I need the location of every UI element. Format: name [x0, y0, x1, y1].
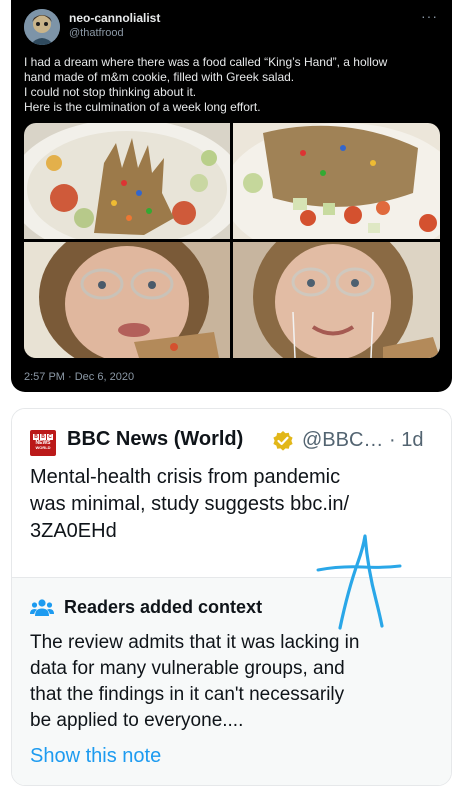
quoted-tweet-card[interactable]: BBC NEWS WORLD BBC News (World) @BBC… · …: [11, 408, 452, 786]
context-text-line: that the findings in it can't necessaril…: [30, 684, 345, 705]
show-note-link[interactable]: Show this note: [30, 745, 161, 768]
quoted-account-name[interactable]: BBC News (World): [67, 428, 243, 451]
quoted-tweet-text: Mental-health crisis from pandemic was m…: [30, 464, 440, 545]
tweet-text: I had a dream where there was a food cal…: [24, 55, 442, 115]
context-title: Readers added context: [64, 597, 263, 617]
tweet-text-line: I could not stop thinking about it.: [24, 85, 197, 99]
context-text-line: The review admits that it was lacking in: [30, 632, 360, 653]
verified-badge-icon: [273, 431, 293, 451]
avatar[interactable]: [24, 9, 60, 45]
bbc-logo[interactable]: BBC NEWS WORLD: [30, 430, 56, 456]
tweet-card[interactable]: neo-cannolialist @thatfrood ··· I had a …: [11, 0, 452, 392]
context-text-line: be applied to everyone....: [30, 710, 244, 731]
context-text: The review admits that it was lacking in…: [30, 630, 440, 734]
photo-cookie-salad[interactable]: [233, 123, 440, 239]
community-note: Readers added context The review admits …: [12, 577, 451, 785]
photo-person-smiling[interactable]: [233, 242, 440, 358]
tweet-text-line: Here is the culmination of a week long e…: [24, 100, 261, 114]
people-icon: [30, 599, 54, 616]
photo-hand-cookie[interactable]: [24, 123, 230, 239]
quoted-tweet-body[interactable]: BBC NEWS WORLD BBC News (World) @BBC… · …: [12, 409, 451, 577]
display-name[interactable]: neo-cannolialist: [69, 11, 160, 25]
more-horizontal-icon[interactable]: ···: [421, 8, 438, 24]
context-text-line: data for many vulnerable groups, and: [30, 658, 345, 679]
tweet-timestamp[interactable]: 2:57 PM · Dec 6, 2020: [24, 371, 134, 383]
user-handle[interactable]: @thatfrood: [69, 27, 124, 39]
quoted-text-line[interactable]: was minimal, study suggests bbc.in/: [30, 491, 440, 518]
quoted-text-line: Mental-health crisis from pandemic: [30, 466, 341, 488]
quoted-text-line[interactable]: 3ZA0EHd: [30, 518, 440, 545]
tweet-text-line: hand made of m&m cookie, filled with Gre…: [24, 70, 295, 84]
media-grid: [24, 123, 440, 358]
quoted-handle-time: @BBC… · 1d: [302, 429, 424, 451]
tweet-text-line: I had a dream where there was a food cal…: [24, 55, 388, 69]
screenshot-page: neo-cannolialist @thatfrood ··· I had a …: [0, 0, 474, 786]
photo-person-eating[interactable]: [24, 242, 230, 358]
